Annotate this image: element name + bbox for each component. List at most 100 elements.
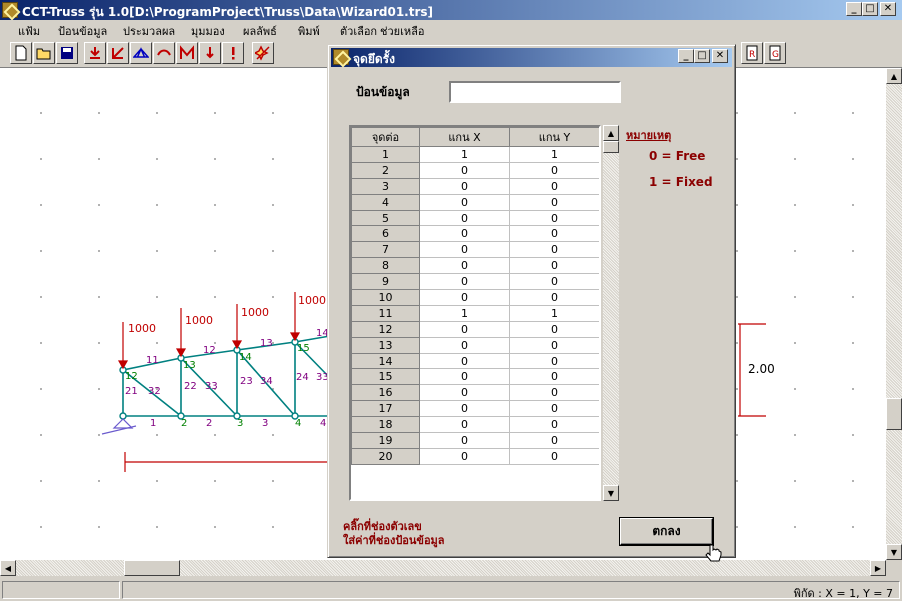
y-fixity-cell[interactable]: 0 <box>509 193 599 211</box>
scroll-down-button[interactable]: ▼ <box>886 544 902 560</box>
grid-row[interactable]: 13 0 0 <box>351 336 599 354</box>
x-fixity-cell[interactable]: 0 <box>419 336 510 354</box>
grid-row[interactable]: 600 <box>351 225 599 243</box>
y-fixity-cell[interactable]: 1 <box>509 146 599 163</box>
x-fixity-cell[interactable]: 0 <box>419 352 510 370</box>
y-fixity-cell[interactable]: 0 <box>509 368 599 386</box>
grid-row[interactable]: 700 <box>351 241 599 259</box>
main-titlebar[interactable]: CCT-Truss รุ่น 1.0[D:\ProgramProject\Tru… <box>0 0 902 20</box>
y-fixity-cell[interactable]: 0 <box>509 257 599 275</box>
x-fixity-cell[interactable]: 0 <box>419 432 510 449</box>
x-fixity-cell[interactable]: 0 <box>419 400 510 418</box>
y-fixity-cell[interactable]: 0 <box>509 177 599 195</box>
tool-load-button[interactable] <box>199 42 221 64</box>
dialog-minimize-button[interactable]: _ <box>678 49 694 63</box>
horizontal-scroll-thumb[interactable] <box>124 560 180 576</box>
grid-row[interactable]: 18 0 0 <box>351 416 599 434</box>
y-fixity-cell[interactable]: 0 <box>509 289 599 306</box>
scroll-right-button[interactable]: ▶ <box>870 560 886 576</box>
maximize-button[interactable]: □ <box>862 2 878 16</box>
report-g-button[interactable]: G <box>764 42 786 64</box>
grid-row[interactable]: 500 <box>351 209 599 227</box>
x-fixity-cell[interactable]: 0 <box>419 447 510 465</box>
open-folder-icon <box>36 48 51 60</box>
note-fixed: 1 = Fixed <box>649 175 713 189</box>
grid-row[interactable]: 800 <box>351 257 599 275</box>
y-fixity-cell[interactable]: 0 <box>509 209 599 227</box>
x-fixity-cell[interactable]: 0 <box>419 161 510 179</box>
support-grid[interactable]: จุดต่อ แกน X แกน Y 111200300400500600700… <box>349 125 601 501</box>
dialog-icon[interactable] <box>333 49 349 65</box>
save-button[interactable] <box>56 42 78 64</box>
vertical-scroll-thumb[interactable] <box>886 398 902 430</box>
data-input-field[interactable] <box>449 81 621 103</box>
grid-scroll-up-button[interactable]: ▲ <box>603 125 619 141</box>
grid-row[interactable]: 12 0 0 <box>351 320 599 338</box>
y-fixity-cell[interactable]: 0 <box>509 432 599 449</box>
y-fixity-cell[interactable]: 0 <box>509 241 599 259</box>
grid-row[interactable]: 14 0 0 <box>351 352 599 370</box>
new-file-button[interactable] <box>10 42 32 64</box>
x-fixity-cell[interactable]: 1 <box>419 146 510 163</box>
dialog-close-button[interactable]: ✕ <box>712 49 728 63</box>
x-fixity-cell[interactable]: 0 <box>419 241 510 259</box>
x-fixity-cell[interactable]: 0 <box>419 209 510 227</box>
open-file-button[interactable] <box>33 42 55 64</box>
x-fixity-cell[interactable]: 0 <box>419 416 510 434</box>
x-fixity-cell[interactable]: 0 <box>419 320 510 338</box>
grid-row[interactable]: 11 1 1 <box>351 304 599 322</box>
grid-row[interactable]: 10 0 0 <box>351 289 599 306</box>
tool-wizard-button[interactable] <box>252 42 274 64</box>
close-button[interactable]: ✕ <box>880 2 896 16</box>
ok-button[interactable]: ตกลง <box>619 517 714 546</box>
x-fixity-cell[interactable]: 0 <box>419 257 510 275</box>
grid-row[interactable]: 20 0 0 <box>351 447 599 465</box>
tool-member-button[interactable] <box>153 42 175 64</box>
grid-row[interactable]: 200 <box>351 161 599 179</box>
scroll-up-button[interactable]: ▲ <box>886 68 902 84</box>
grid-row[interactable]: 15 0 0 <box>351 368 599 386</box>
grid-scrollbar[interactable]: ▲ ▼ <box>603 125 619 501</box>
vertical-scrollbar[interactable]: ▲ ▼ <box>886 68 902 560</box>
y-fixity-cell[interactable]: 0 <box>509 320 599 338</box>
scroll-left-button[interactable]: ◀ <box>0 560 16 576</box>
grid-row[interactable]: 900 <box>351 273 599 291</box>
y-fixity-cell[interactable]: 0 <box>509 384 599 402</box>
x-fixity-cell[interactable]: 1 <box>419 304 510 322</box>
y-fixity-cell[interactable]: 0 <box>509 352 599 370</box>
y-fixity-cell[interactable]: 0 <box>509 447 599 465</box>
x-fixity-cell[interactable]: 0 <box>419 289 510 306</box>
y-fixity-cell[interactable]: 0 <box>509 336 599 354</box>
tool-coordinate-button[interactable] <box>107 42 129 64</box>
grid-row[interactable]: 17 0 0 <box>351 400 599 418</box>
app-icon[interactable] <box>2 2 18 18</box>
grid-row[interactable]: 400 <box>351 193 599 211</box>
report-r-button[interactable]: R <box>741 42 763 64</box>
x-fixity-cell[interactable]: 0 <box>419 193 510 211</box>
grid-scroll-thumb[interactable] <box>603 141 619 153</box>
dialog-maximize-button[interactable]: □ <box>694 49 710 63</box>
y-fixity-cell[interactable]: 0 <box>509 161 599 179</box>
grid-row[interactable]: 300 <box>351 177 599 195</box>
x-fixity-cell[interactable]: 0 <box>419 384 510 402</box>
y-fixity-cell[interactable]: 0 <box>509 416 599 434</box>
y-fixity-cell[interactable]: 0 <box>509 273 599 291</box>
y-fixity-cell[interactable]: 0 <box>509 225 599 243</box>
y-fixity-cell[interactable]: 1 <box>509 304 599 322</box>
dialog-titlebar[interactable]: จุดยึดรั้ง _ □ ✕ <box>331 48 732 67</box>
horizontal-scrollbar[interactable]: ◀ ▶ <box>0 560 886 576</box>
grid-row[interactable]: 19 0 0 <box>351 432 599 449</box>
grid-scroll-down-button[interactable]: ▼ <box>603 485 619 501</box>
tool-run-button[interactable] <box>222 42 244 64</box>
minimize-button[interactable]: _ <box>846 2 862 16</box>
x-fixity-cell[interactable]: 0 <box>419 177 510 195</box>
x-fixity-cell[interactable]: 0 <box>419 273 510 291</box>
x-fixity-cell[interactable]: 0 <box>419 368 510 386</box>
y-fixity-cell[interactable]: 0 <box>509 400 599 418</box>
tool-support-button[interactable] <box>84 42 106 64</box>
tool-moment-button[interactable] <box>176 42 198 64</box>
x-fixity-cell[interactable]: 0 <box>419 225 510 243</box>
grid-row[interactable]: 111 <box>351 146 599 163</box>
grid-row[interactable]: 16 0 0 <box>351 384 599 402</box>
tool-truss-button[interactable] <box>130 42 152 64</box>
